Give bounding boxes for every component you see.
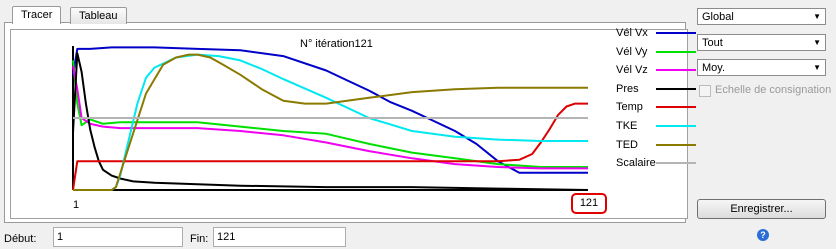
legend-swatch [656, 106, 696, 109]
legend-swatch [656, 32, 696, 34]
scope-dropdown[interactable]: Global ▼ [697, 8, 826, 25]
legend-label: Scalaire [616, 157, 656, 170]
chevron-down-icon: ▼ [813, 38, 821, 47]
fin-input[interactable] [213, 227, 346, 247]
debut-input[interactable] [53, 227, 183, 247]
legend-swatch [656, 69, 696, 72]
legend-label: Pres [616, 82, 639, 95]
chevron-down-icon: ▼ [813, 63, 821, 72]
fin-label: Fin: [190, 233, 209, 245]
legend-swatch [656, 143, 696, 146]
legend-swatch [656, 50, 696, 53]
log-scale-label: Echelle de consignation [715, 84, 832, 96]
legend-swatch [656, 87, 696, 90]
chevron-down-icon: ▼ [813, 12, 821, 21]
statistic-dropdown-value: Moy. [702, 62, 726, 74]
legend-label: Temp [616, 101, 643, 114]
x-axis-end-label: 121 [571, 193, 607, 214]
selection-dropdown-value: Tout [702, 37, 723, 49]
statistic-dropdown[interactable]: Moy. ▼ [697, 59, 826, 76]
legend-label: Vél Vx [616, 27, 648, 39]
help-icon[interactable]: ? [757, 229, 769, 241]
series-line-temp [72, 102, 588, 191]
series-line-v-l-vx [72, 46, 588, 174]
legend-swatch [656, 162, 696, 165]
selection-dropdown[interactable]: Tout ▼ [697, 34, 826, 51]
legend-label: Vél Vz [616, 64, 648, 77]
legend-label: TED [616, 138, 638, 151]
legend-label: TKE [616, 119, 638, 132]
save-button[interactable]: Enregistrer... [697, 199, 826, 219]
legend-swatch [656, 124, 696, 127]
chart-title: N° itération121 [300, 38, 373, 50]
log-scale-checkbox[interactable] [699, 85, 711, 97]
series-line-v-l-vy [72, 60, 588, 168]
legend-label: Vél Vy [616, 45, 648, 58]
x-axis-start-label: 1 [73, 199, 80, 211]
debut-label: Début: [4, 233, 37, 245]
tab-tracer[interactable]: Tracer [12, 6, 62, 24]
scope-dropdown-value: Global [702, 11, 734, 23]
